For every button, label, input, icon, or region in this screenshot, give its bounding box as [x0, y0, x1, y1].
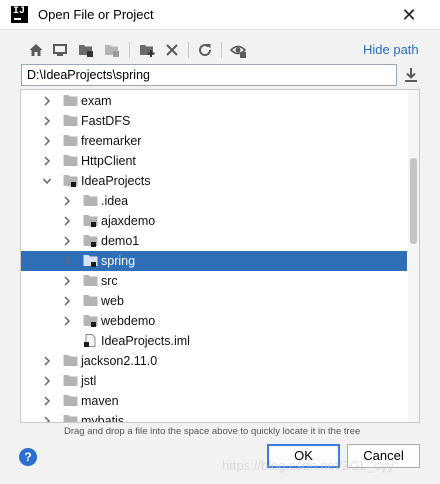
- tree-item[interactable]: ajaxdemo: [21, 211, 407, 231]
- tree-item-label: exam: [81, 94, 112, 108]
- folder-icon: [63, 374, 78, 387]
- folder-icon: [83, 254, 98, 267]
- chevron-right-icon[interactable]: [62, 295, 72, 307]
- tree-item[interactable]: IdeaProjects.iml: [21, 331, 407, 351]
- folder-icon: [63, 394, 78, 407]
- tree-item-label: maven: [81, 394, 119, 408]
- folder-icon: [83, 294, 98, 307]
- chevron-right-icon[interactable]: [42, 95, 52, 107]
- drag-drop-hint: Drag and drop a file into the space abov…: [64, 426, 361, 437]
- scrollbar-thumb[interactable]: [410, 158, 417, 244]
- chevron-right-icon[interactable]: [42, 395, 52, 407]
- watermark: https://blog.csdn.net/ZGL_cyy: [222, 458, 394, 473]
- close-icon[interactable]: ✕: [398, 4, 420, 26]
- hide-path-link[interactable]: Hide path: [363, 42, 419, 57]
- title-bar: IJ Open File or Project ✕: [0, 0, 440, 30]
- file-tree[interactable]: exam FastDFS freemarker HttpClient IdeaProje…: [20, 89, 420, 423]
- chevron-right-icon[interactable]: [42, 155, 52, 167]
- vertical-scrollbar[interactable]: [408, 90, 419, 422]
- tree-item-label: spring: [101, 254, 136, 268]
- chevron-down-icon[interactable]: [42, 175, 52, 187]
- tree-item-label: jackson2.11.0: [81, 354, 158, 368]
- app-icon-bar: [14, 18, 21, 20]
- tree-item-label: freemarker: [81, 134, 142, 148]
- chevron-right-icon[interactable]: [62, 275, 72, 287]
- desktop-icon[interactable]: [52, 42, 68, 58]
- toolbar-separator: [129, 42, 130, 58]
- folder-icon: [63, 114, 78, 127]
- folder-icon: [63, 134, 78, 147]
- chevron-right-icon[interactable]: [42, 355, 52, 367]
- tree-item[interactable]: jackson2.11.0: [21, 351, 407, 371]
- tree-item[interactable]: HttpClient: [21, 151, 407, 171]
- tree-item-label: jstl: [81, 374, 97, 388]
- folder-icon: [83, 234, 98, 247]
- folder-icon: [63, 154, 78, 167]
- chevron-right-icon[interactable]: [42, 415, 52, 422]
- app-icon-letters: IJ: [13, 6, 26, 17]
- tree-item[interactable]: IdeaProjects: [21, 171, 407, 191]
- tree-item-label: IdeaProjects.iml: [101, 334, 190, 348]
- chevron-right-icon[interactable]: [62, 235, 72, 247]
- folder-icon: [63, 94, 78, 107]
- folder-icon: [83, 194, 98, 207]
- folder-icon: [63, 174, 78, 187]
- project-folder-icon[interactable]: [78, 42, 94, 58]
- folder-icon: [63, 354, 78, 367]
- chevron-right-icon[interactable]: [42, 375, 52, 387]
- tree-item-label: src: [101, 274, 118, 288]
- folder-icon: [83, 214, 98, 227]
- help-button[interactable]: ?: [19, 448, 37, 466]
- intellij-app-icon: IJ: [11, 6, 28, 23]
- chevron-right-icon[interactable]: [42, 135, 52, 147]
- new-folder-icon[interactable]: [139, 42, 155, 58]
- chevron-right-icon[interactable]: [62, 255, 72, 267]
- refresh-icon[interactable]: [197, 42, 213, 58]
- toolbar-separator: [188, 42, 189, 58]
- tree-item-label: webdemo: [101, 314, 156, 328]
- tree-item-label: IdeaProjects: [81, 174, 151, 188]
- path-input[interactable]: D:\IdeaProjects\spring: [21, 64, 397, 86]
- chevron-right-icon[interactable]: [42, 115, 52, 127]
- folder-icon: [83, 314, 98, 327]
- tree-item[interactable]: webdemo: [21, 311, 407, 331]
- tree-item[interactable]: FastDFS: [21, 111, 407, 131]
- tree-item[interactable]: spring: [21, 251, 407, 271]
- chevron-right-icon[interactable]: [62, 315, 72, 327]
- tree-item-label: demo1: [101, 234, 140, 248]
- tree-item[interactable]: mybatis: [21, 411, 407, 423]
- chevron-right-icon[interactable]: [62, 215, 72, 227]
- folder-icon: [83, 274, 98, 287]
- tree-item-label: HttpClient: [81, 154, 136, 168]
- tree-item[interactable]: jstl: [21, 371, 407, 391]
- window-title: Open File or Project: [38, 7, 154, 22]
- tree-item-label: .idea: [101, 194, 129, 208]
- home-icon[interactable]: [28, 42, 44, 58]
- tree-item[interactable]: src: [21, 271, 407, 291]
- tree-item-label: ajaxdemo: [101, 214, 156, 228]
- module-folder-icon[interactable]: [104, 42, 120, 58]
- chevron-right-icon[interactable]: [62, 195, 72, 207]
- tree-item-label: web: [101, 294, 124, 308]
- tree-item[interactable]: maven: [21, 391, 407, 411]
- toolbar-separator: [221, 42, 222, 58]
- delete-icon[interactable]: [164, 42, 180, 58]
- show-hidden-icon[interactable]: [230, 42, 246, 58]
- folder-icon: [63, 414, 78, 422]
- tree-item[interactable]: web: [21, 291, 407, 311]
- tree-item[interactable]: .idea: [21, 191, 407, 211]
- tree-item[interactable]: freemarker: [21, 131, 407, 151]
- tree-item-label: FastDFS: [81, 114, 131, 128]
- tree-item[interactable]: exam: [21, 91, 407, 111]
- tree-item[interactable]: demo1: [21, 231, 407, 251]
- tree-item-label: mybatis: [81, 414, 125, 423]
- download-icon[interactable]: [403, 67, 419, 83]
- file-icon: [83, 334, 98, 347]
